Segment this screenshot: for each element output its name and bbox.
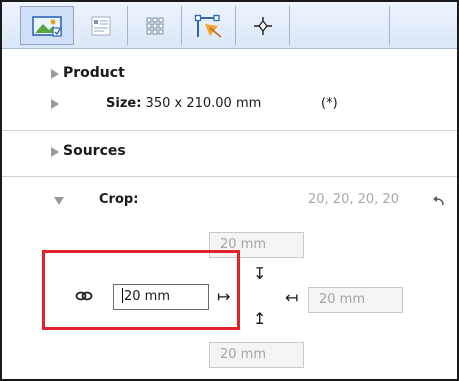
text-layout-icon (91, 16, 110, 35)
size-note: (*) (321, 96, 338, 111)
product-section-label[interactable]: Product (63, 65, 125, 81)
arrow-down-to-bar-icon: ↧ (253, 264, 267, 283)
sources-section-label[interactable]: Sources (63, 143, 126, 159)
tab-text-layout[interactable] (74, 6, 128, 45)
size-row: Size: 350 x 210.00 mm (106, 96, 261, 111)
arrow-left-from-bar-icon: ↤ (285, 288, 299, 307)
highlight-annotation (42, 250, 240, 330)
tab-image[interactable] (20, 6, 74, 45)
tab-empty-slot (290, 6, 390, 45)
section-divider (2, 130, 457, 131)
grid-icon (146, 17, 163, 34)
arrow-up-from-bar-icon: ↥ (253, 309, 267, 328)
tab-grid[interactable] (128, 6, 182, 45)
reset-crop-icon[interactable] (432, 195, 446, 207)
properties-panel: Product Size: 350 x 210.00 mm (*) Source… (0, 0, 459, 381)
size-label: Size: (106, 96, 142, 111)
crop-label: Crop: (99, 192, 139, 207)
tab-bezier[interactable] (182, 6, 236, 45)
crop-bottom-field[interactable]: 20 mm (209, 342, 304, 368)
expand-size-icon[interactable] (51, 99, 59, 109)
crop-summary: 20, 20, 20, 20 (308, 192, 399, 207)
tab-strip (2, 2, 457, 49)
crosshair-icon (253, 16, 272, 35)
bezier-path-icon (194, 14, 221, 38)
image-landscape-icon (32, 15, 62, 37)
expand-sources-icon[interactable] (51, 147, 59, 157)
tab-crosshair[interactable] (236, 6, 290, 45)
collapse-crop-icon[interactable] (54, 197, 64, 205)
crop-right-field[interactable]: 20 mm (308, 287, 403, 313)
section-divider (2, 176, 457, 177)
expand-product-icon[interactable] (51, 69, 59, 79)
size-value: 350 x 210.00 mm (145, 96, 262, 111)
